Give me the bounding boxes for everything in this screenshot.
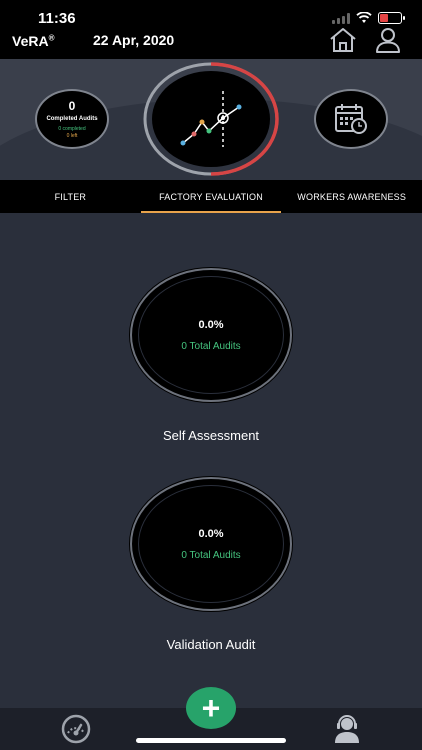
completed-count: 0 completed (58, 125, 86, 132)
status-time: 11:36 (38, 10, 76, 27)
validation-audit-percent: 0.0% (198, 527, 224, 540)
status-icons (332, 12, 405, 24)
completed-audits-label: Completed Audits (46, 115, 98, 122)
battery-icon (378, 12, 405, 24)
tab-workers-awareness[interactable]: WORKERS AWARENESS (281, 180, 422, 213)
home-indicator (136, 738, 286, 743)
left-count: 0 left (66, 132, 78, 139)
summary-panel: 0 Completed Audits 0 completed 0 left (0, 59, 422, 180)
self-assessment-total: 0 Total Audits (181, 340, 241, 352)
support-agent-icon[interactable] (331, 712, 363, 744)
tab-bar: FILTER FACTORY EVALUATION WORKERS AWAREN… (0, 180, 422, 213)
self-assessment-percent: 0.0% (198, 318, 224, 331)
chart-dial[interactable] (141, 61, 281, 177)
validation-audit-circle[interactable]: 0.0% 0 Total Audits (130, 477, 292, 611)
calendar-clock-icon (335, 104, 367, 134)
tab-factory-evaluation[interactable]: FACTORY EVALUATION (140, 180, 282, 213)
validation-audit-total: 0 Total Audits (181, 549, 241, 561)
header-date: 22 Apr, 2020 (93, 32, 175, 48)
validation-audit-title: Validation Audit (166, 637, 256, 652)
add-audit-button[interactable]: + (186, 687, 236, 729)
user-icon[interactable] (374, 26, 402, 54)
app-name: VeRA® (12, 33, 55, 49)
tab-filter[interactable]: FILTER (0, 180, 141, 213)
gauge-icon[interactable] (61, 714, 91, 744)
cellular-signal-icon (332, 12, 350, 24)
home-icon[interactable] (329, 27, 357, 53)
self-assessment-title: Self Assessment (162, 428, 260, 443)
completed-audits-circle[interactable]: 0 Completed Audits 0 completed 0 left (35, 89, 109, 149)
calendar-circle[interactable] (314, 89, 388, 149)
self-assessment-circle[interactable]: 0.0% 0 Total Audits (130, 268, 292, 402)
completed-audits-count: 0 (68, 98, 76, 113)
header: 11:36 VeRA® 22 Apr, 2020 (0, 0, 422, 59)
wifi-icon (356, 12, 372, 23)
